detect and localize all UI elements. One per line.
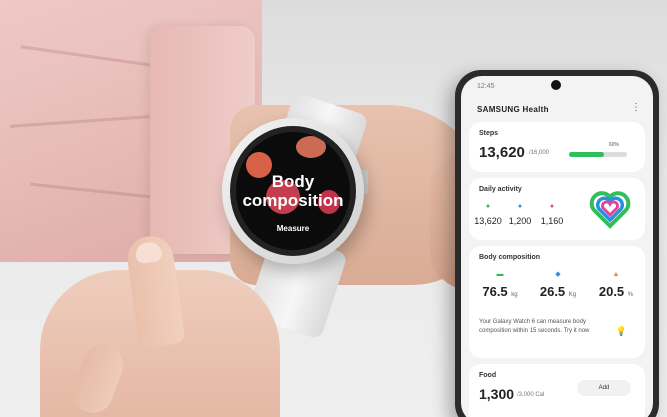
steps-goal: /16,000 bbox=[529, 150, 550, 156]
activity-heart-rings-icon bbox=[589, 191, 631, 229]
flame-icon: ● bbox=[549, 203, 555, 210]
metric-weight: ▬ 76.5 kg bbox=[475, 270, 525, 299]
food-card[interactable]: Food 1,300 /3,000 Cal Add bbox=[469, 364, 645, 417]
status-time: 12:45 bbox=[477, 83, 495, 90]
metric-fat: ▲ 20.5 % bbox=[591, 270, 641, 299]
daily-activity-card[interactable]: Daily activity ● 13,620 ● 1,200 ● 1,160 bbox=[469, 178, 645, 240]
fat-icon: ▲ bbox=[612, 271, 620, 278]
body-composition-card[interactable]: Body composition ▬ 76.5 kg ◆ 26.5 Kg ▲ 2… bbox=[469, 246, 645, 358]
phone-screen: 12:45 SAMSUNG Health ⋮ Steps 13,620 /16,… bbox=[461, 76, 653, 417]
clock-icon: ● bbox=[517, 203, 523, 210]
food-value: 1,300 bbox=[479, 386, 515, 402]
activity-minutes: ● 1,200 bbox=[505, 202, 535, 226]
lightbulb-icon[interactable]: 💡 bbox=[616, 326, 627, 337]
smartphone: 12:45 SAMSUNG Health ⋮ Steps 13,620 /16,… bbox=[455, 70, 659, 417]
food-goal: /3,000 Cal bbox=[517, 392, 545, 398]
food-title: Food bbox=[479, 372, 497, 379]
body-composition-description: Your Galaxy Watch 6 can measure body com… bbox=[479, 319, 590, 334]
weight-icon: ▬ bbox=[496, 271, 504, 278]
muscle-icon: ◆ bbox=[555, 271, 561, 278]
body-composition-title: Body composition bbox=[479, 254, 541, 261]
more-options-icon[interactable]: ⋮ bbox=[631, 103, 641, 113]
watch-measure-button[interactable]: Measure bbox=[236, 224, 350, 233]
steps-percent: 60% bbox=[609, 142, 620, 148]
steps-card[interactable]: Steps 13,620 /16,000 60% bbox=[469, 122, 645, 172]
pink-sleeve bbox=[0, 0, 262, 262]
status-bar: 12:45 bbox=[461, 76, 653, 96]
smartwatch: Body composition Measure bbox=[222, 118, 364, 264]
steps-title: Steps bbox=[479, 130, 499, 137]
app-header: SAMSUNG Health ⋮ bbox=[461, 96, 653, 122]
metric-muscle: ◆ 26.5 Kg bbox=[533, 270, 583, 299]
app-title: SAMSUNG Health bbox=[477, 105, 549, 114]
activity-calories: ● 1,160 bbox=[537, 202, 567, 226]
steps-value: 13,620 bbox=[479, 144, 525, 161]
scene: Body composition Measure 12:45 SAMSUNG He… bbox=[0, 0, 667, 417]
watch-screen[interactable]: Body composition Measure bbox=[236, 132, 350, 250]
steps-progress-bar bbox=[569, 152, 627, 157]
shoe-icon: ● bbox=[485, 203, 491, 210]
front-camera bbox=[551, 80, 561, 90]
daily-activity-title: Daily activity bbox=[479, 186, 522, 193]
watch-title: Body composition bbox=[242, 172, 344, 210]
add-food-button[interactable]: Add bbox=[577, 380, 631, 396]
activity-steps: ● 13,620 bbox=[474, 203, 502, 226]
